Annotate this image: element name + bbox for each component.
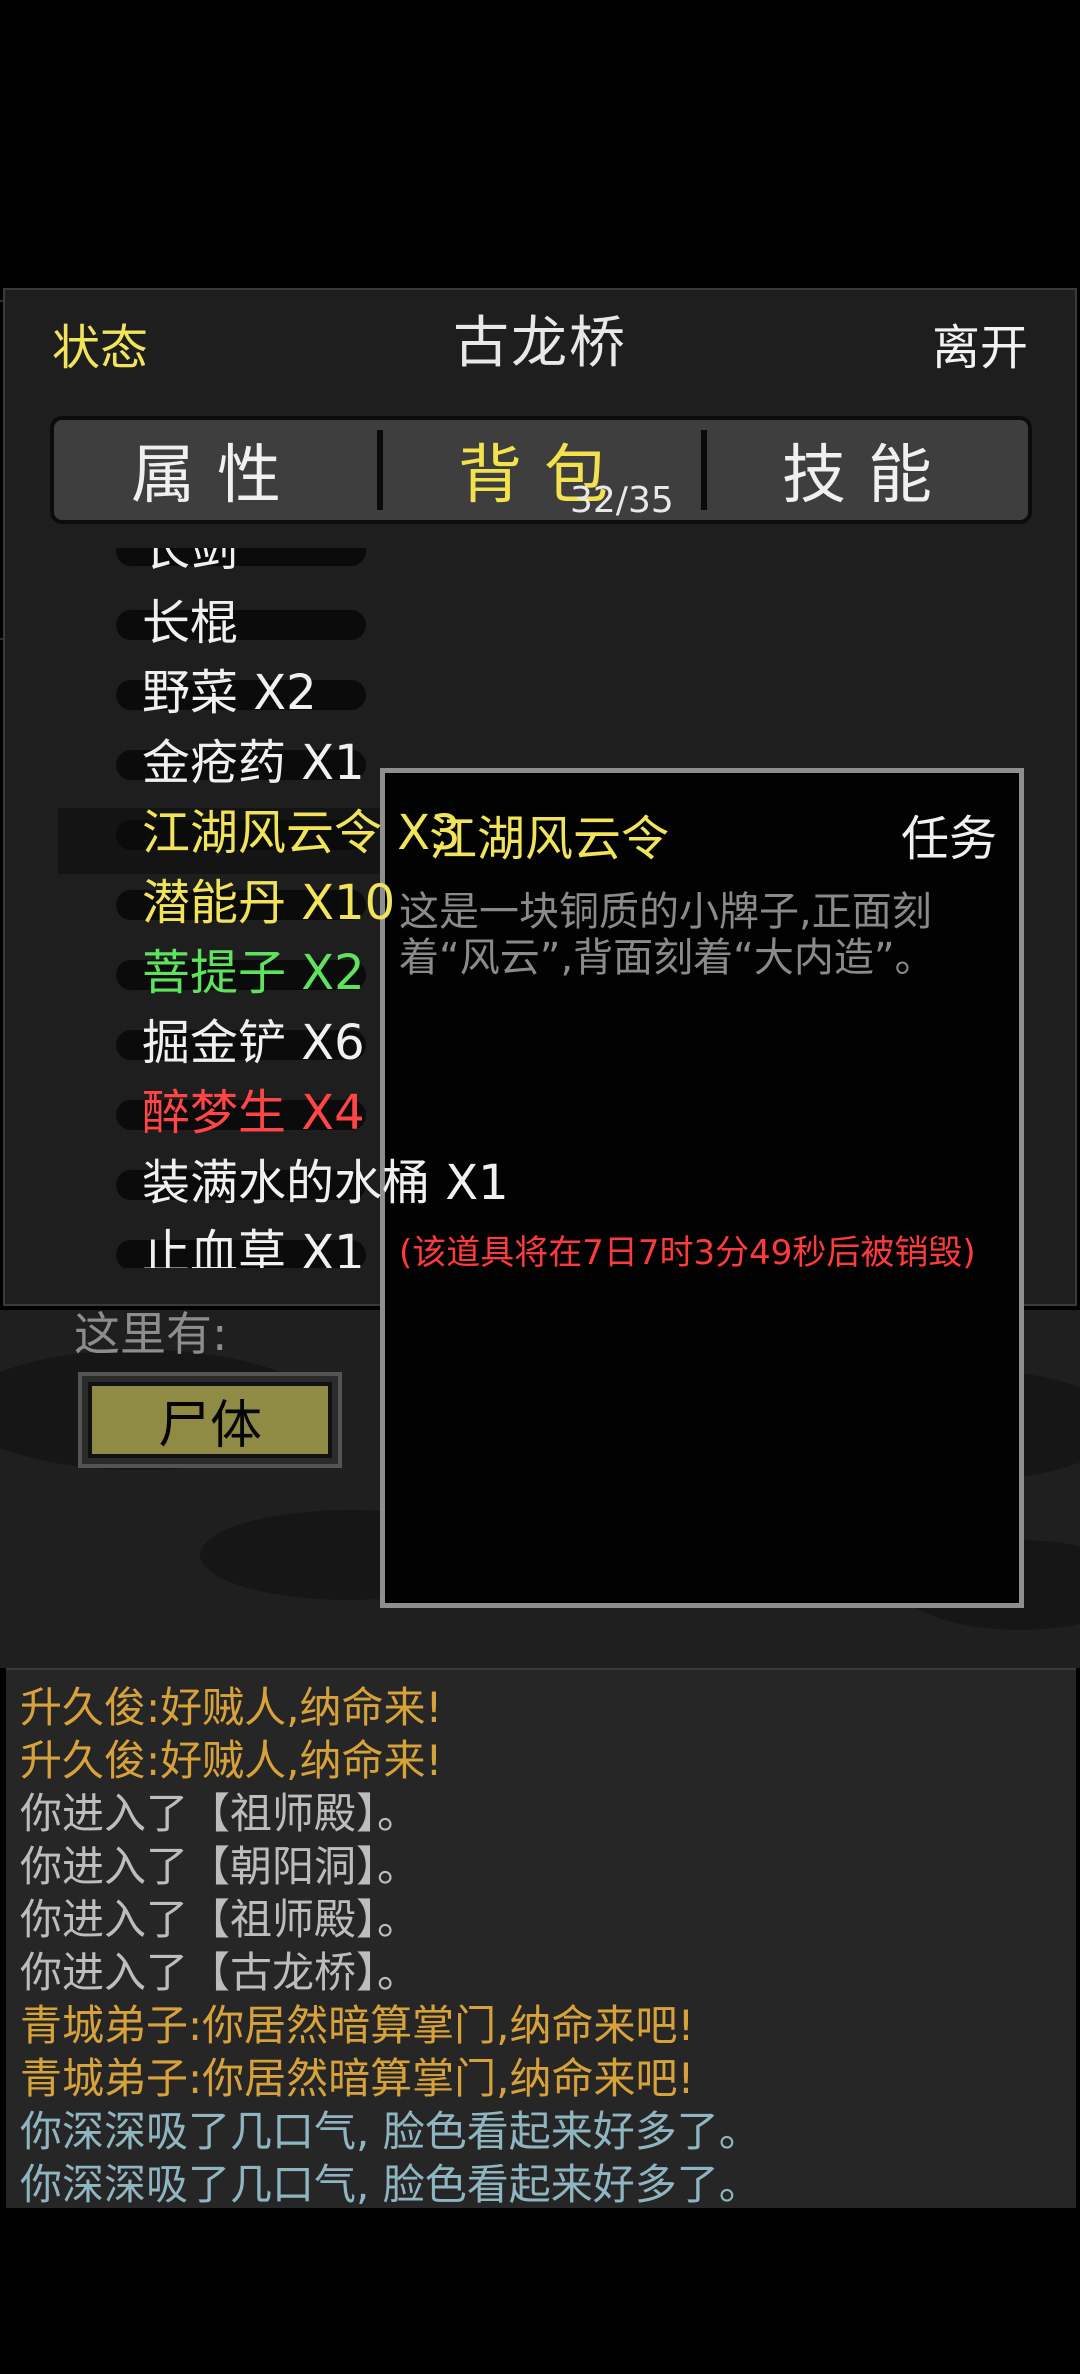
tab-attributes[interactable]: 属性 bbox=[54, 420, 380, 520]
item-expiry-warning: (该道具将在7日7时3分49秒后被销毁) bbox=[399, 1233, 976, 1273]
inventory-item-label: 菩提子 X2 bbox=[142, 945, 365, 1001]
inventory-item-label: 长棍 bbox=[142, 595, 239, 651]
tab-bar: 属性 背包 32/35 技能 bbox=[50, 416, 1032, 524]
inventory-item-label: 金疮药 X1 bbox=[142, 735, 365, 791]
corpse-button[interactable]: 尸体 bbox=[78, 1372, 342, 1468]
here-label: 这里有: bbox=[74, 1307, 228, 1361]
inventory-item[interactable]: 掘金铲 X6 bbox=[116, 1008, 366, 1078]
inventory-item-label: 掘金铲 X6 bbox=[142, 1015, 365, 1071]
inventory-item[interactable]: 装满水的水桶 X1 bbox=[116, 1148, 509, 1218]
message-log: 升久俊:好贼人,纳命来! 升久俊:好贼人,纳命来! 你进入了【祖师殿】。 你进入… bbox=[6, 1668, 1076, 2209]
inventory-item-label: 江湖风云令 X3 bbox=[142, 805, 461, 861]
leave-button[interactable]: 离开 bbox=[932, 308, 1028, 378]
item-description: 这是一块铜质的小牌子,正面刻着“风云”,背面刻着“大内造”。 bbox=[399, 889, 935, 981]
log-line: 你进入了【古龙桥】。 bbox=[20, 1948, 420, 1997]
inventory-item-label: 野菜 X2 bbox=[142, 665, 317, 721]
item-name: 江湖风云令 bbox=[429, 811, 670, 867]
inventory-item-label: 潜能丹 X10 bbox=[142, 875, 396, 931]
tab-divider bbox=[377, 430, 383, 510]
log-line: 青城弟子:你居然暗算掌门,纳命来吧! bbox=[20, 2001, 695, 2050]
log-line: 升久俊:好贼人,纳命来! bbox=[20, 1683, 443, 1732]
inventory-item-label: 止血草 X1 bbox=[142, 1225, 365, 1268]
inventory-item-label: 装满水的水桶 X1 bbox=[142, 1155, 509, 1211]
log-line: 你深深吸了几口气, 脸色看起来好多了。 bbox=[20, 2107, 761, 2156]
log-line: 你进入了【祖师殿】。 bbox=[20, 1789, 420, 1838]
log-line: 你进入了【朝阳洞】。 bbox=[20, 1842, 420, 1891]
inventory-item[interactable]: 止血草 X1 bbox=[116, 1218, 366, 1268]
backpack-capacity: 32/35 bbox=[570, 480, 674, 521]
tab-attributes-label: 属性 bbox=[131, 439, 303, 513]
inventory-item[interactable]: 江湖风云令 X3 bbox=[116, 798, 461, 868]
log-line: 你进入了【祖师殿】。 bbox=[20, 1895, 420, 1944]
log-line: 升久俊:好贼人,纳命来! bbox=[20, 1736, 443, 1785]
item-type: 任务 bbox=[900, 811, 997, 867]
log-line: 青城弟子:你居然暗算掌门,纳命来吧! bbox=[20, 2054, 695, 2103]
inventory-item[interactable]: 醉梦生 X4 bbox=[116, 1078, 366, 1148]
tab-skills[interactable]: 技能 bbox=[708, 420, 1028, 520]
location-title: 古龙桥 bbox=[453, 311, 627, 376]
inventory-item[interactable]: 长棍 bbox=[116, 588, 366, 658]
inventory-item[interactable]: 潜能丹 X10 bbox=[116, 868, 396, 938]
game-screen: 状态 古龙桥 离开 属性 背包 32/35 技能 长剑 长棍 野菜 X2 金疮药… bbox=[0, 0, 1080, 2374]
inventory-item[interactable]: 金疮药 X1 bbox=[116, 728, 366, 798]
inventory-item-label: 醉梦生 X4 bbox=[142, 1085, 365, 1141]
tab-skills-label: 技能 bbox=[782, 439, 954, 513]
tab-divider bbox=[701, 430, 707, 510]
inventory-item[interactable]: 长剑 bbox=[116, 548, 366, 584]
inventory-item-label: 长剑 bbox=[142, 548, 239, 577]
corpse-button-label: 尸体 bbox=[157, 1395, 262, 1456]
inventory-item[interactable]: 野菜 X2 bbox=[116, 658, 366, 728]
log-line: 你深深吸了几口气, 脸色看起来好多了。 bbox=[20, 2160, 761, 2209]
inventory-item[interactable]: 菩提子 X2 bbox=[116, 938, 366, 1008]
